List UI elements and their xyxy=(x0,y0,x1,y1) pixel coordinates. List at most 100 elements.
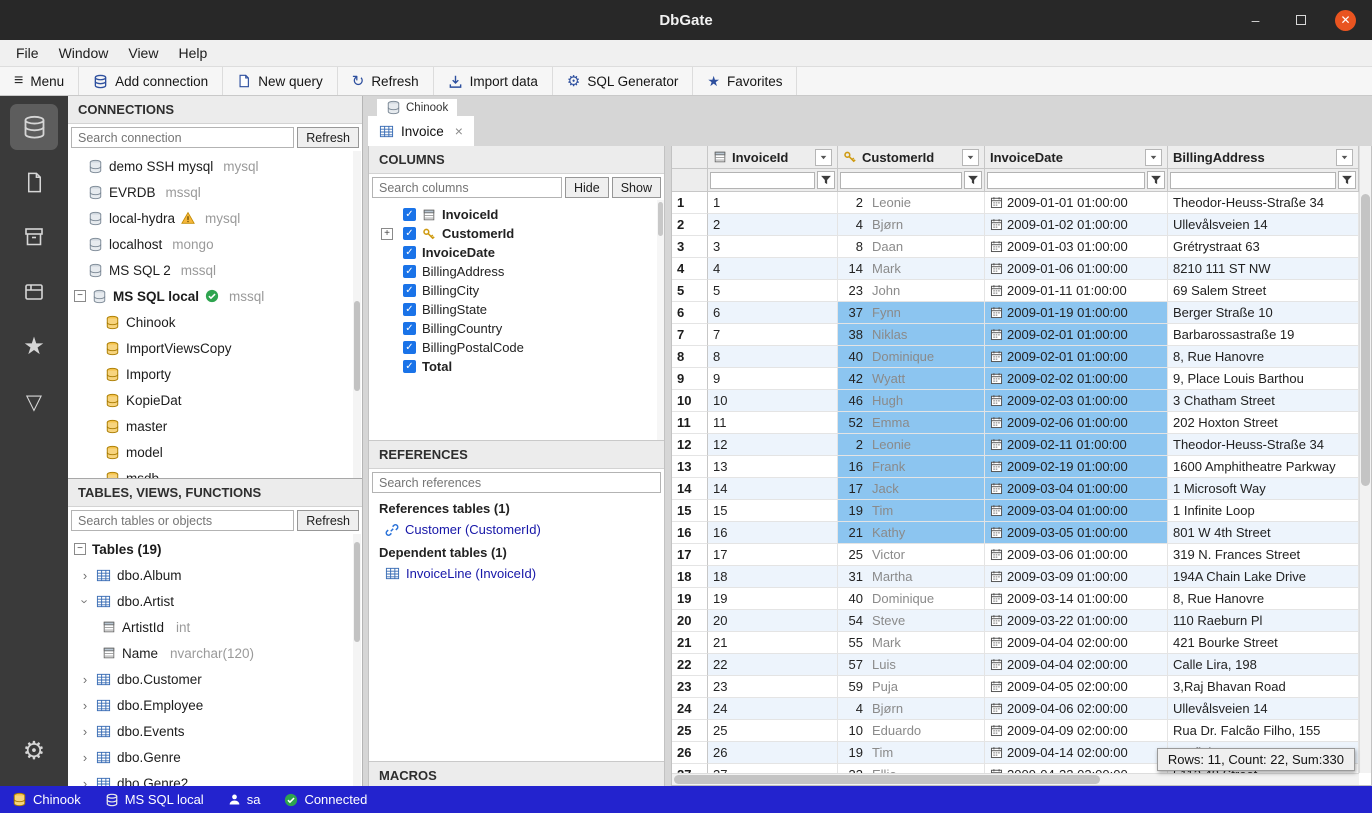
activity-favorites-button[interactable]: ★ xyxy=(10,324,58,370)
table-item-dbo-customer[interactable]: ›dbo.Customer xyxy=(68,666,362,692)
cell-billingaddress[interactable]: 1 Microsoft Way xyxy=(1168,478,1359,500)
cell-customerid[interactable]: 40Dominique xyxy=(838,346,985,368)
cell-billingaddress[interactable]: 3 Chatham Street xyxy=(1168,390,1359,412)
toolbar-refresh-button[interactable]: ↻Refresh xyxy=(338,67,434,95)
cell-invoicedate[interactable]: 2009-03-05 01:00:00 xyxy=(985,522,1168,544)
toolbar-new-query-button[interactable]: New query xyxy=(223,67,338,95)
cell-invoicedate[interactable]: 2009-04-04 02:00:00 xyxy=(985,654,1168,676)
table-item-dbo-genre2[interactable]: ›dbo.Genre2 xyxy=(68,770,362,786)
cell-invoiceid[interactable]: 3 xyxy=(708,236,838,258)
maximize-button[interactable] xyxy=(1290,10,1311,31)
cell-invoiceid[interactable]: 11 xyxy=(708,412,838,434)
activity-files-button[interactable] xyxy=(10,159,58,205)
cell-invoiceid[interactable]: 15 xyxy=(708,500,838,522)
cell-billingaddress[interactable]: 319 N. Frances Street xyxy=(1168,544,1359,566)
show-button[interactable]: Show xyxy=(612,177,661,198)
chevron-right-icon[interactable]: › xyxy=(80,750,90,765)
cell-customerid[interactable]: 23John xyxy=(838,280,985,302)
toolbar-import-data-button[interactable]: Import data xyxy=(434,67,553,95)
column-header-billingaddress[interactable]: BillingAddress xyxy=(1168,146,1359,169)
cell-invoicedate[interactable]: 2009-01-19 01:00:00 xyxy=(985,302,1168,324)
cell-invoiceid[interactable]: 7 xyxy=(708,324,838,346)
cell-invoiceid[interactable]: 20 xyxy=(708,610,838,632)
column-toggle-billingcity[interactable]: ✓BillingCity xyxy=(369,281,664,300)
cell-invoicedate[interactable]: 2009-01-03 01:00:00 xyxy=(985,236,1168,258)
table-item-dbo-employee[interactable]: ›dbo.Employee xyxy=(68,692,362,718)
database-item-importy[interactable]: Importy xyxy=(68,361,362,387)
cell-invoiceid[interactable]: 13 xyxy=(708,456,838,478)
checkbox-invoicedate[interactable]: ✓ xyxy=(403,246,416,259)
cell-billingaddress[interactable]: Ullevålsveien 14 xyxy=(1168,698,1359,720)
connections-refresh-button[interactable]: Refresh xyxy=(297,127,359,148)
cell-billingaddress[interactable]: 8, Rue Hanovre xyxy=(1168,346,1359,368)
column-menu-button[interactable] xyxy=(1145,149,1162,166)
cell-invoicedate[interactable]: 2009-02-06 01:00:00 xyxy=(985,412,1168,434)
tab-group-chinook[interactable]: Chinook xyxy=(377,99,457,116)
cell-customerid[interactable]: 25Victor xyxy=(838,544,985,566)
database-item-master[interactable]: master xyxy=(68,413,362,439)
database-item-model[interactable]: model xyxy=(68,439,362,465)
checkbox-billingpostalcode[interactable]: ✓ xyxy=(403,341,416,354)
toolbar-sql-generator-button[interactable]: ⚙SQL Generator xyxy=(553,67,694,95)
column-menu-button[interactable] xyxy=(1336,149,1353,166)
cell-billingaddress[interactable]: 8210 111 ST NW xyxy=(1168,258,1359,280)
checkbox-customerid[interactable]: ✓ xyxy=(403,227,416,240)
menu-view[interactable]: View xyxy=(118,42,168,64)
filter-input-customerid[interactable] xyxy=(840,172,962,189)
status-chinook[interactable]: Chinook xyxy=(0,786,93,813)
filter-icon[interactable] xyxy=(817,171,835,189)
checkbox-billingaddress[interactable]: ✓ xyxy=(403,265,416,278)
column-item-artistid[interactable]: ArtistIdint xyxy=(68,614,362,640)
grid-horizontal-scrollbar[interactable] xyxy=(672,773,1359,785)
cell-invoiceid[interactable]: 23 xyxy=(708,676,838,698)
cell-invoicedate[interactable]: 2009-02-01 01:00:00 xyxy=(985,324,1168,346)
cell-customerid[interactable]: 37Fynn xyxy=(838,302,985,324)
filter-input-invoiceid[interactable] xyxy=(710,172,815,189)
collapse-icon[interactable]: − xyxy=(74,543,86,555)
filter-icon[interactable] xyxy=(1338,171,1356,189)
cell-invoiceid[interactable]: 8 xyxy=(708,346,838,368)
cell-invoiceid[interactable]: 16 xyxy=(708,522,838,544)
cell-invoicedate[interactable]: 2009-04-14 02:00:00 xyxy=(985,742,1168,764)
reference-link-invoiceline-invoiceid[interactable]: InvoiceLine (InvoiceId) xyxy=(369,563,664,584)
cell-invoiceid[interactable]: 1 xyxy=(708,192,838,214)
cell-invoiceid[interactable]: 21 xyxy=(708,632,838,654)
cell-billingaddress[interactable]: 1 Infinite Loop xyxy=(1168,500,1359,522)
checkbox-billingstate[interactable]: ✓ xyxy=(403,303,416,316)
search-columns-input[interactable] xyxy=(372,177,562,198)
cell-invoicedate[interactable]: 2009-02-01 01:00:00 xyxy=(985,346,1168,368)
table-item-dbo-genre[interactable]: ›dbo.Genre xyxy=(68,744,362,770)
cell-customerid[interactable]: 4Bjørn xyxy=(838,698,985,720)
cell-customerid[interactable]: 46Hugh xyxy=(838,390,985,412)
cell-billingaddress[interactable]: Theodor-Heuss-Straße 34 xyxy=(1168,434,1359,456)
tab-invoice[interactable]: Invoice × xyxy=(368,116,474,146)
cell-billingaddress[interactable]: 110 Raeburn Pl xyxy=(1168,610,1359,632)
cell-invoiceid[interactable]: 19 xyxy=(708,588,838,610)
cell-billingaddress[interactable]: Calle Lira, 198 xyxy=(1168,654,1359,676)
cell-invoiceid[interactable]: 12 xyxy=(708,434,838,456)
checkbox-invoiceid[interactable]: ✓ xyxy=(403,208,416,221)
close-button[interactable]: ✕ xyxy=(1335,10,1356,31)
cell-billingaddress[interactable]: Ullevålsveien 14 xyxy=(1168,214,1359,236)
cell-invoicedate[interactable]: 2009-01-11 01:00:00 xyxy=(985,280,1168,302)
filter-input-invoicedate[interactable] xyxy=(987,172,1145,189)
menu-help[interactable]: Help xyxy=(168,42,217,64)
cell-customerid[interactable]: 4Bjørn xyxy=(838,214,985,236)
database-item-kopiedat[interactable]: KopieDat xyxy=(68,387,362,413)
toolbar-favorites-button[interactable]: ★Favorites xyxy=(693,67,797,95)
tab-close-icon[interactable]: × xyxy=(455,123,463,139)
cell-invoiceid[interactable]: 9 xyxy=(708,368,838,390)
cell-customerid[interactable]: 55Mark xyxy=(838,632,985,654)
cell-invoiceid[interactable]: 18 xyxy=(708,566,838,588)
database-item-importviewscopy[interactable]: ImportViewsCopy xyxy=(68,335,362,361)
toolbar-add-connection-button[interactable]: Add connection xyxy=(79,67,223,95)
cell-invoicedate[interactable]: 2009-02-02 01:00:00 xyxy=(985,368,1168,390)
cell-billingaddress[interactable]: 194A Chain Lake Drive xyxy=(1168,566,1359,588)
cell-billingaddress[interactable]: 1600 Amphitheatre Parkway xyxy=(1168,456,1359,478)
cell-billingaddress[interactable]: 801 W 4th Street xyxy=(1168,522,1359,544)
cell-customerid[interactable]: 21Kathy xyxy=(838,522,985,544)
checkbox-total[interactable]: ✓ xyxy=(403,360,416,373)
column-toggle-invoicedate[interactable]: ✓InvoiceDate xyxy=(369,243,664,262)
chevron-right-icon[interactable]: › xyxy=(80,698,90,713)
menu-window[interactable]: Window xyxy=(49,42,119,64)
